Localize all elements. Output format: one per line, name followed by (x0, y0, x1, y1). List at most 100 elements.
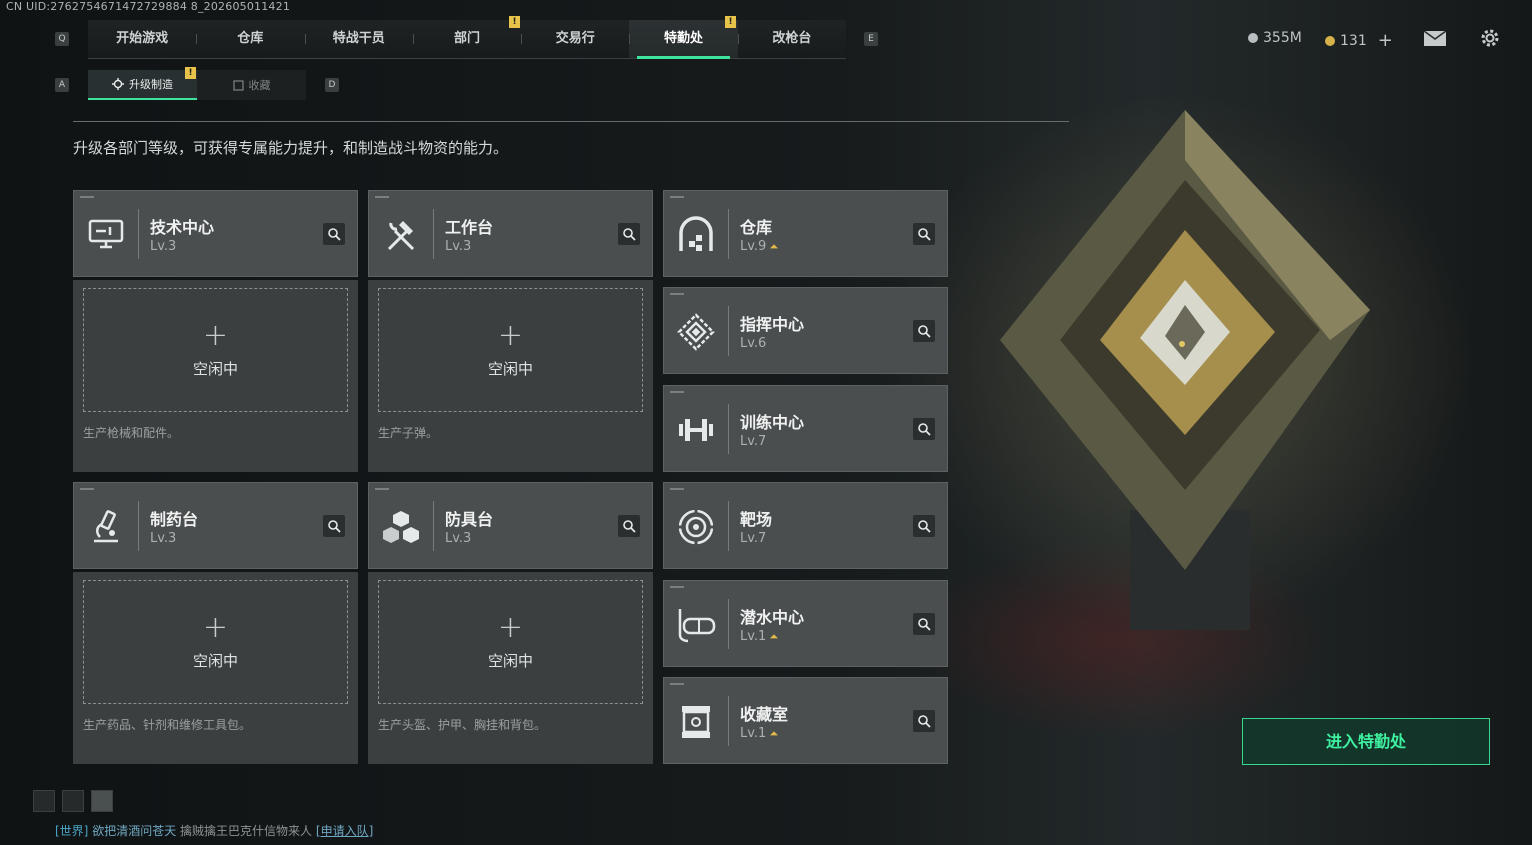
tab-gunsmith[interactable]: 改枪台 (737, 20, 846, 58)
card-separator (728, 696, 729, 746)
card-separator (433, 501, 434, 551)
dept-card-shooting-range[interactable]: 靶场 Lv.7 (663, 482, 948, 569)
dept-title: 制药台 (150, 510, 199, 529)
dept-title: 技术中心 (150, 218, 215, 237)
chat-username[interactable]: 欲把清酒问苍天 (92, 824, 176, 838)
tab-warehouse[interactable]: 仓库 (196, 20, 304, 58)
slot-status: 空闲中 (192, 360, 238, 378)
slot-note: 生产子弹。 (378, 426, 439, 440)
vault-icon (679, 216, 713, 251)
card-separator (728, 306, 729, 356)
tab-special-ops[interactable]: 特勤处 (629, 20, 738, 59)
add-icon[interactable]: + (203, 321, 228, 351)
special-ops-alert-badge: ! (725, 16, 736, 28)
chat-channel[interactable]: [世界] (55, 824, 88, 838)
quick-slot[interactable] (91, 790, 113, 812)
dept-card-training-center[interactable]: 训练中心 Lv.7 (663, 385, 948, 472)
search-icon[interactable] (913, 320, 935, 342)
dept-card-storage[interactable]: 仓库 Lv.9 ⏶ (663, 190, 948, 277)
dumbbell-icon (679, 419, 713, 441)
level-text: Lv.1 (740, 726, 767, 741)
divider (73, 121, 1069, 122)
dept-card-armor-bench[interactable]: 防具台 Lv.3 (368, 482, 653, 569)
card-separator (138, 501, 139, 551)
dept-level: Lv.1 ⏶ (740, 629, 778, 644)
dept-card-tech-center[interactable]: 技术中心 Lv.3 (73, 190, 358, 277)
search-icon[interactable] (913, 223, 935, 245)
sub-nav: 升级制造 收藏 (88, 70, 306, 100)
add-icon[interactable]: + (498, 321, 523, 351)
add-icon[interactable]: + (498, 613, 523, 643)
card-separator (138, 209, 139, 259)
dept-title: 靶场 (740, 510, 773, 529)
dept-level: Lv.6 (740, 336, 767, 351)
subtab-collection[interactable]: 收藏 (197, 70, 306, 100)
monitor-icon (88, 219, 124, 249)
subtab-collection-label: 收藏 (248, 79, 271, 92)
diving-mask-icon (678, 609, 716, 643)
search-icon[interactable] (913, 418, 935, 440)
dept-card-command-center[interactable]: 指挥中心 Lv.6 (663, 287, 948, 374)
upgrade-available-icon: ⏶ (769, 727, 779, 740)
dept-card-pharmacy[interactable]: 制药台 Lv.3 (73, 482, 358, 569)
add-tokens-icon[interactable]: + (1378, 30, 1393, 51)
dept-level: Lv.3 (445, 531, 472, 546)
card-tag (670, 683, 684, 685)
craft-slot-pharmacy[interactable]: + 空闲中 生产药品、针剂和维修工具包。 (73, 572, 358, 764)
slot-status: 空闲中 (487, 360, 533, 378)
craft-slot-tech-center[interactable]: + 空闲中 生产枪械和配件。 (73, 280, 358, 472)
dept-card-collection-room[interactable]: 收藏室 Lv.1 ⏶ (663, 677, 948, 764)
tab-department[interactable]: 部门 (412, 20, 521, 58)
token-icon (1325, 35, 1335, 46)
dept-level: Lv.3 (150, 531, 177, 546)
quick-slot[interactable] (62, 790, 84, 812)
slot-note: 生产头盔、护甲、胸挂和背包。 (378, 718, 547, 732)
card-tag (670, 196, 684, 198)
collection-icon (232, 79, 244, 91)
search-icon[interactable] (323, 223, 345, 245)
craft-slot-workbench[interactable]: + 空闲中 生产子弹。 (368, 280, 653, 472)
dept-level: Lv.3 (150, 239, 177, 254)
dept-title: 仓库 (740, 218, 773, 237)
craft-slot-armor-bench[interactable]: + 空闲中 生产头盔、护甲、胸挂和背包。 (368, 572, 653, 764)
target-icon (677, 508, 715, 546)
search-icon[interactable] (913, 710, 935, 732)
microscope-icon (94, 510, 118, 543)
tab-trade[interactable]: 交易行 (521, 20, 629, 58)
dept-card-workbench[interactable]: 工作台 Lv.3 (368, 190, 653, 277)
mail-icon[interactable] (1423, 30, 1447, 47)
tab-start-game[interactable]: 开始游戏 (88, 20, 196, 58)
quick-slot[interactable] (33, 790, 55, 812)
dept-card-diving-center[interactable]: 潜水中心 Lv.1 ⏶ (663, 580, 948, 667)
trade-alert-badge: ! (509, 16, 520, 28)
dept-title: 收藏室 (740, 705, 789, 724)
subnav-next-key-hint: D (325, 78, 339, 92)
dept-title: 指挥中心 (740, 315, 805, 334)
slot-status: 空闲中 (192, 652, 238, 670)
search-icon[interactable] (913, 515, 935, 537)
upgrade-alert-badge: ! (185, 67, 196, 79)
chat-join-link[interactable]: [申请入队] (316, 824, 373, 838)
upgrade-available-icon: ⏶ (769, 630, 779, 643)
add-icon[interactable]: + (203, 613, 228, 643)
search-icon[interactable] (913, 613, 935, 635)
card-separator (433, 209, 434, 259)
currency-tokens[interactable]: 131 + (1325, 30, 1393, 51)
card-tag (375, 488, 389, 490)
settings-gear-icon[interactable] (1479, 27, 1501, 49)
level-text: Lv.9 (740, 239, 767, 254)
tab-operators[interactable]: 特战干员 (304, 20, 413, 58)
subtab-upgrade-craft[interactable]: 升级制造 (88, 70, 197, 100)
dept-level: Lv.3 (445, 239, 472, 254)
chat-message: 擒贼擒王巴克什信物来人 (180, 824, 313, 838)
currency-coins: 355M (1248, 30, 1302, 46)
search-icon[interactable] (618, 223, 640, 245)
dept-level: Lv.1 ⏶ (740, 726, 778, 741)
search-icon[interactable] (618, 515, 640, 537)
uid-label: CN UID:2762754671472729884 8_20260501142… (6, 0, 291, 13)
card-tag (80, 488, 94, 490)
nav-prev-key-hint: Q (55, 32, 69, 46)
search-icon[interactable] (323, 515, 345, 537)
card-separator (728, 599, 729, 649)
enter-special-ops-button[interactable]: 进入特勤处 (1242, 718, 1490, 765)
